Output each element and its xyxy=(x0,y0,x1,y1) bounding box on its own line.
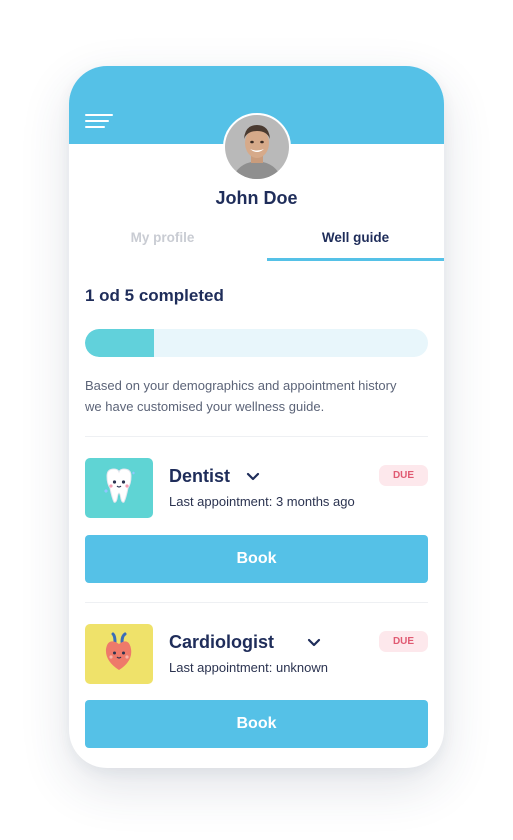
divider xyxy=(85,602,428,603)
card-subtitle: Last appointment: 3 months ago xyxy=(169,494,355,509)
phone-screen: John Doe My profile Well guide 1 od 5 co… xyxy=(69,66,444,768)
hamburger-menu-icon[interactable] xyxy=(85,114,115,130)
card-subtitle: Last appointment: unknown xyxy=(169,660,328,675)
heart-icon xyxy=(85,624,153,684)
card-title: Dentist xyxy=(169,466,231,486)
book-button-dentist[interactable]: Book xyxy=(85,535,428,583)
book-button-cardiologist[interactable]: Book xyxy=(85,700,428,748)
progress-bar xyxy=(85,329,428,357)
guide-card-cardiologist: Cardiologist DUE Last appointment: unkno… xyxy=(85,624,428,758)
guide-description: Based on your demographics and appointme… xyxy=(85,378,397,414)
card-title: Cardiologist xyxy=(169,632,275,652)
tab-well-guide[interactable]: Well guide xyxy=(267,224,444,261)
avatar[interactable] xyxy=(223,113,291,181)
chevron-down-icon[interactable] xyxy=(307,638,321,648)
guide-card-dentist: Dentist DUE Last appointment: 3 months a… xyxy=(85,458,428,592)
user-avatar-photo xyxy=(225,115,289,179)
tab-my-profile[interactable]: My profile xyxy=(69,224,256,258)
status-badge: DUE xyxy=(379,465,428,486)
tooth-icon xyxy=(85,458,153,518)
status-badge: DUE xyxy=(379,631,428,652)
chevron-down-icon[interactable] xyxy=(246,472,260,482)
progress-title: 1 od 5 completed xyxy=(85,286,224,305)
divider xyxy=(85,436,428,437)
user-name: John Doe xyxy=(215,188,298,208)
progress-bar-fill xyxy=(85,329,154,357)
tab-bar: My profile Well guide xyxy=(69,224,444,261)
